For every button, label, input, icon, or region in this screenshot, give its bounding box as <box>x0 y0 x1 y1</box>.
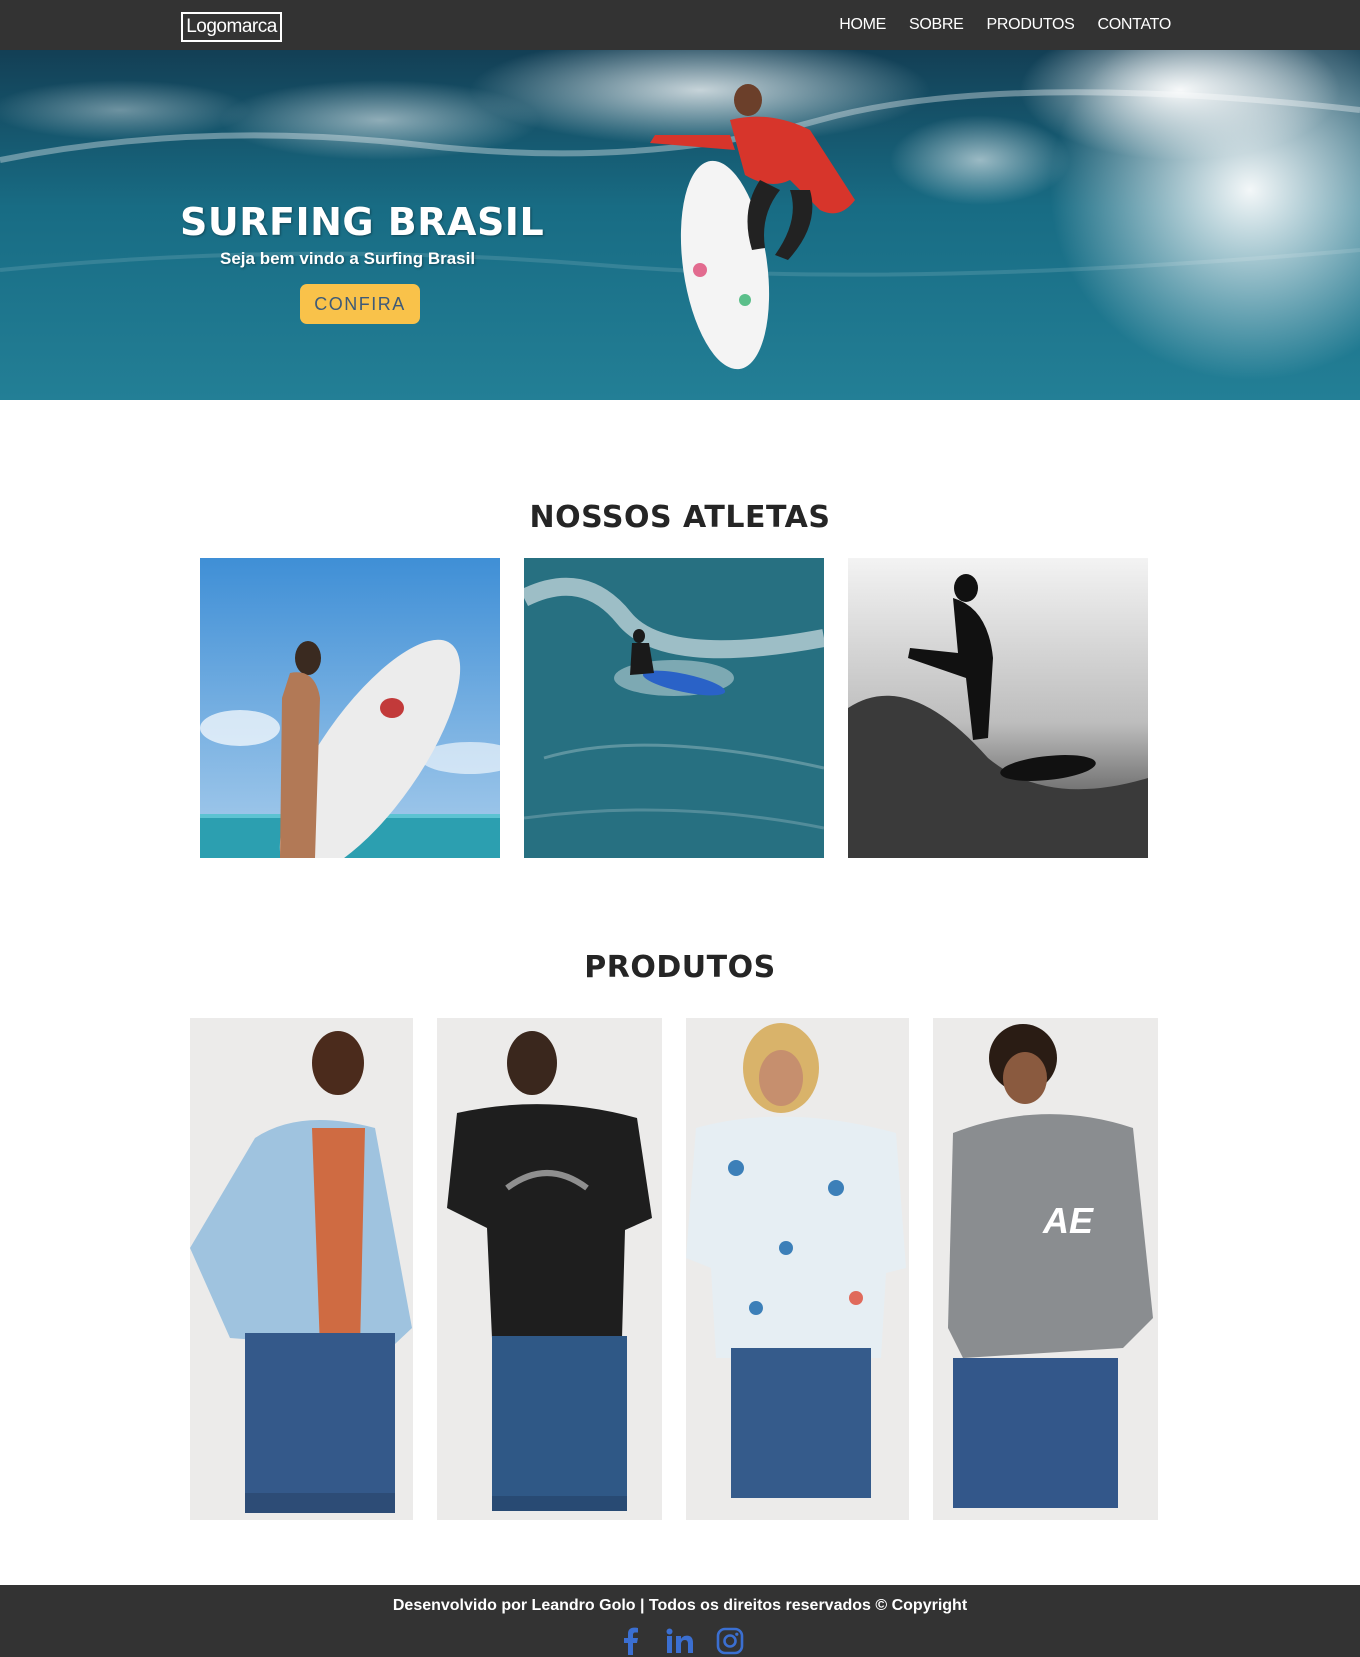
product-image <box>437 1018 662 1520</box>
social-links <box>0 1625 1360 1657</box>
athlete-image <box>848 558 1148 858</box>
facebook-icon[interactable] <box>614 1625 646 1657</box>
athlete-photo-2[interactable] <box>524 558 824 858</box>
athlete-image <box>200 558 500 858</box>
footer-copyright: Desenvolvido por Leandro Golo | Todos os… <box>392 1597 968 1614</box>
hero-banner: SURFING BRASIL Seja bem vindo a Surfing … <box>0 50 1360 400</box>
navbar: Logomarca HOME SOBRE PRODUTOS CONTATO <box>0 0 1360 50</box>
linkedin-icon[interactable] <box>664 1625 696 1657</box>
product-card-2[interactable] <box>437 1018 662 1520</box>
nav-link-produtos[interactable]: PRODUTOS <box>987 16 1075 34</box>
product-card-1[interactable] <box>190 1018 413 1520</box>
product-image <box>190 1018 413 1520</box>
product-card-4[interactable]: AE <box>933 1018 1158 1520</box>
product-card-3[interactable] <box>686 1018 909 1520</box>
athletes-section-title: NOSSOS ATLETAS <box>529 500 831 535</box>
confira-button[interactable]: CONFIRA <box>300 284 420 324</box>
nav-link-sobre[interactable]: SOBRE <box>909 16 964 34</box>
athlete-photo-1[interactable] <box>200 558 500 858</box>
instagram-icon[interactable] <box>714 1625 746 1657</box>
nav-links: HOME SOBRE PRODUTOS CONTATO <box>839 0 1171 50</box>
footer: Desenvolvido por Leandro Golo | Todos os… <box>0 1585 1360 1657</box>
svg-text:AE: AE <box>1042 1200 1094 1241</box>
athlete-image <box>524 558 824 858</box>
product-image: AE <box>933 1018 1158 1520</box>
logo[interactable]: Logomarca <box>181 12 282 42</box>
products-section-title: PRODUTOS <box>584 950 776 985</box>
product-image <box>686 1018 909 1520</box>
hero-subtitle: Seja bem vindo a Surfing Brasil <box>220 249 476 268</box>
nav-link-home[interactable]: HOME <box>839 16 886 34</box>
nav-link-contato[interactable]: CONTATO <box>1098 16 1172 34</box>
athlete-photo-3[interactable] <box>848 558 1148 858</box>
hero-title: SURFING BRASIL <box>180 200 545 244</box>
